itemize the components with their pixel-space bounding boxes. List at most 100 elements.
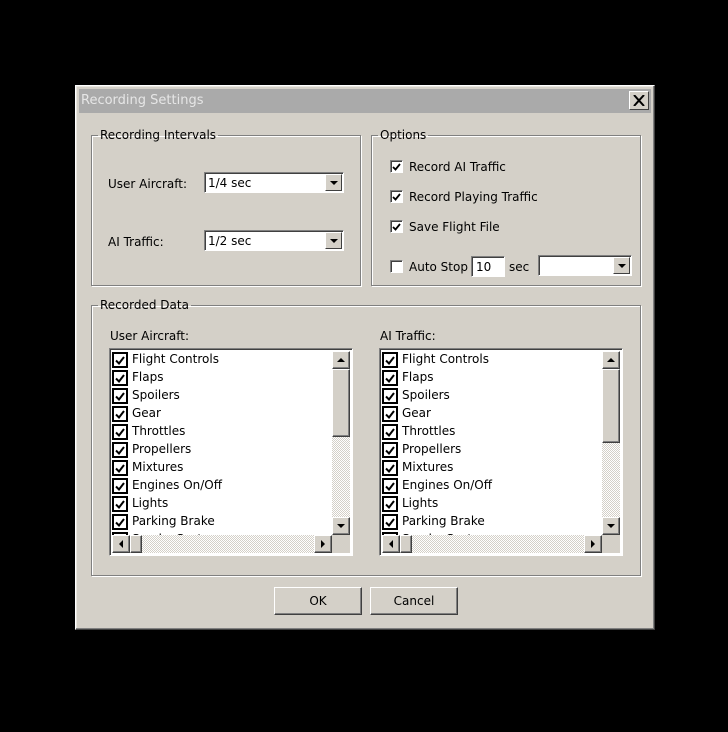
ai-traffic-list-label: AI Traffic: xyxy=(380,329,436,343)
list-item-checkbox[interactable] xyxy=(112,388,128,404)
horizontal-scroll-thumb[interactable] xyxy=(400,535,412,553)
list-item[interactable]: Engines On/Off xyxy=(112,477,332,495)
list-item[interactable]: Throttles xyxy=(382,423,602,441)
scroll-left-button[interactable] xyxy=(382,535,400,553)
list-item[interactable]: Flaps xyxy=(382,369,602,387)
list-item-checkbox[interactable] xyxy=(382,370,398,386)
list-item[interactable]: Spoilers xyxy=(382,387,602,405)
list-item[interactable]: Lights xyxy=(382,495,602,513)
scroll-right-button[interactable] xyxy=(314,535,332,553)
list-item[interactable]: Flaps xyxy=(112,369,332,387)
scrollbar-corner xyxy=(602,535,620,553)
list-item[interactable]: Propellers xyxy=(382,441,602,459)
vertical-scroll-thumb[interactable] xyxy=(332,369,350,437)
list-item-label: Flaps xyxy=(402,370,434,384)
horizontal-scrollbar[interactable] xyxy=(382,535,602,553)
list-item-checkbox[interactable] xyxy=(382,388,398,404)
close-button[interactable] xyxy=(629,91,649,110)
chevron-down-icon xyxy=(329,180,338,185)
user-aircraft-interval-select[interactable]: 1/4 sec xyxy=(204,172,344,193)
list-item-checkbox[interactable] xyxy=(112,406,128,422)
scroll-right-button[interactable] xyxy=(584,535,602,553)
list-item-checkbox[interactable] xyxy=(112,478,128,494)
list-item-checkbox[interactable] xyxy=(382,460,398,476)
list-item[interactable]: Engines On/Off xyxy=(382,477,602,495)
list-item[interactable]: Spoilers xyxy=(112,387,332,405)
list-item-checkbox[interactable] xyxy=(112,370,128,386)
list-item-checkbox[interactable] xyxy=(382,496,398,512)
list-item-checkbox[interactable] xyxy=(112,442,128,458)
dropdown-arrow-button[interactable] xyxy=(325,174,342,191)
list-item-checkbox[interactable] xyxy=(382,352,398,368)
list-item-checkbox[interactable] xyxy=(382,478,398,494)
horizontal-scrollbar[interactable] xyxy=(112,535,332,553)
vertical-scrollbar[interactable] xyxy=(602,351,620,535)
cancel-button[interactable]: Cancel xyxy=(370,587,458,615)
record-playing-traffic-checkbox[interactable] xyxy=(390,190,403,203)
list-item-checkbox[interactable] xyxy=(112,514,128,530)
record-ai-traffic-checkbox[interactable] xyxy=(390,160,403,173)
horizontal-scroll-thumb[interactable] xyxy=(130,535,142,553)
list-item-label: Engines On/Off xyxy=(132,478,222,492)
arrow-right-icon xyxy=(591,540,595,548)
list-item[interactable]: Flight Controls xyxy=(112,351,332,369)
ai-traffic-interval-select[interactable]: 1/2 sec xyxy=(204,230,344,251)
scroll-up-button[interactable] xyxy=(332,351,350,369)
list-item-label: Propellers xyxy=(132,442,192,456)
checkmark-icon xyxy=(385,499,395,509)
checkmark-icon xyxy=(385,463,395,473)
dropdown-arrow-button[interactable] xyxy=(325,232,342,249)
list-item[interactable]: Parking Brake xyxy=(112,513,332,531)
list-item[interactable]: Flight Controls xyxy=(382,351,602,369)
vertical-scroll-thumb[interactable] xyxy=(602,369,620,443)
record-playing-traffic-label[interactable]: Record Playing Traffic xyxy=(409,190,538,204)
scroll-down-button[interactable] xyxy=(332,517,350,535)
checkmark-icon xyxy=(115,373,125,383)
recording-intervals-group: Recording Intervals xyxy=(91,128,361,286)
save-flight-file-label[interactable]: Save Flight File xyxy=(409,220,500,234)
list-item-checkbox[interactable] xyxy=(382,442,398,458)
list-item[interactable]: Lights xyxy=(112,495,332,513)
list-item-checkbox[interactable] xyxy=(382,424,398,440)
dropdown-arrow-button[interactable] xyxy=(613,257,630,274)
list-item-checkbox[interactable] xyxy=(112,352,128,368)
list-item[interactable]: Parking Brake xyxy=(382,513,602,531)
list-item[interactable]: Throttles xyxy=(112,423,332,441)
scroll-down-button[interactable] xyxy=(602,517,620,535)
auto-stop-label[interactable]: Auto Stop xyxy=(409,260,468,274)
list-item-checkbox[interactable] xyxy=(382,514,398,530)
vertical-scrollbar[interactable] xyxy=(332,351,350,535)
record-ai-traffic-label[interactable]: Record AI Traffic xyxy=(409,160,506,174)
checkmark-icon xyxy=(385,481,395,491)
list-item-label: Flight Controls xyxy=(132,352,219,366)
list-item[interactable]: Mixtures xyxy=(382,459,602,477)
list-item-label: Propellers xyxy=(402,442,462,456)
save-flight-file-checkbox[interactable] xyxy=(390,220,403,233)
list-item-checkbox[interactable] xyxy=(382,406,398,422)
auto-stop-mode-select[interactable] xyxy=(538,255,632,276)
recording-settings-dialog: Recording Settings Recording Intervals U… xyxy=(75,85,655,630)
scroll-left-button[interactable] xyxy=(112,535,130,553)
list-item-checkbox[interactable] xyxy=(112,424,128,440)
list-item-checkbox[interactable] xyxy=(112,496,128,512)
list-item-label: Engines On/Off xyxy=(402,478,492,492)
arrow-left-icon xyxy=(119,540,123,548)
list-item-label: Throttles xyxy=(402,424,456,438)
arrow-down-icon xyxy=(607,524,615,528)
list-item[interactable]: Gear xyxy=(112,405,332,423)
list-item[interactable]: Propellers xyxy=(112,441,332,459)
ai-traffic-data-list[interactable]: Flight Controls Flaps Spoilers Gear Throttle… xyxy=(379,348,623,556)
chevron-down-icon xyxy=(617,263,626,268)
auto-stop-seconds-input[interactable]: 10 xyxy=(471,256,505,277)
user-aircraft-data-list[interactable]: Flight Controls Flaps Spoilers Gear Throttle… xyxy=(109,348,353,556)
list-item-checkbox[interactable] xyxy=(112,460,128,476)
ok-button[interactable]: OK xyxy=(274,587,362,615)
window-title: Recording Settings xyxy=(81,93,204,108)
scroll-up-button[interactable] xyxy=(602,351,620,369)
list-item[interactable]: Mixtures xyxy=(112,459,332,477)
auto-stop-checkbox[interactable] xyxy=(390,260,403,273)
arrow-down-icon xyxy=(337,524,345,528)
list-item[interactable]: Gear xyxy=(382,405,602,423)
title-bar[interactable]: Recording Settings xyxy=(79,89,651,113)
checkmark-icon xyxy=(392,192,401,201)
